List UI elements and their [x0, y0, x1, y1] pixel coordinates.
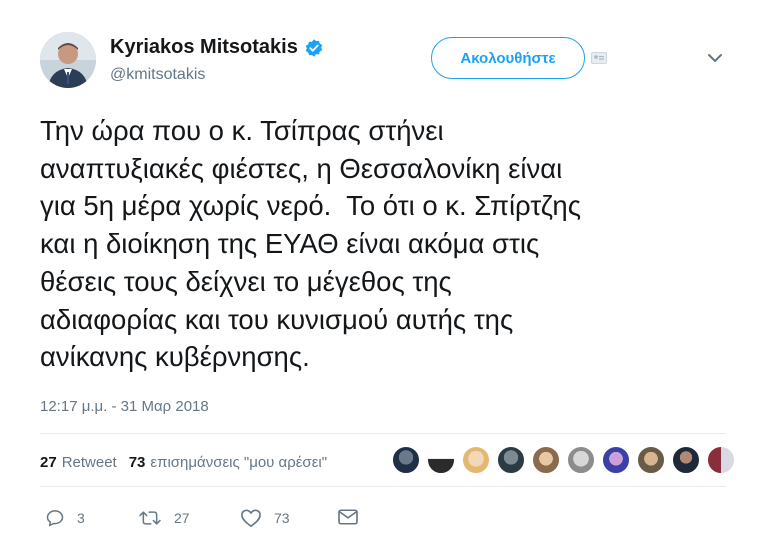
tweet-timestamp[interactable]: 12:17 μ.μ. - 31 Μαρ 2018	[40, 398, 209, 415]
likers-avatars	[392, 446, 742, 474]
divider	[40, 486, 726, 487]
divider	[40, 433, 726, 434]
verified-badge-icon	[305, 38, 323, 57]
retweet-count: 27	[174, 510, 190, 526]
like-stat-label[interactable]: επισημάνσεις "μου αρέσει"	[150, 454, 327, 471]
avatar-image	[40, 32, 96, 88]
author-name-row: Kyriakos Mitsotakis	[110, 36, 324, 59]
liker-avatar[interactable]	[532, 446, 560, 474]
follow-button[interactable]: Ακολουθήστε	[431, 37, 585, 79]
liker-avatar[interactable]	[392, 446, 420, 474]
liker-avatar[interactable]	[637, 446, 665, 474]
liker-avatar[interactable]	[602, 446, 630, 474]
chevron-down-icon[interactable]	[706, 52, 724, 64]
liker-avatar[interactable]	[462, 446, 490, 474]
display-name[interactable]: Kyriakos Mitsotakis	[110, 36, 298, 59]
retweet-stat-label[interactable]: Retweet	[62, 454, 117, 471]
avatar[interactable]	[40, 32, 96, 88]
direct-message-button[interactable]	[337, 508, 359, 526]
liker-avatar[interactable]	[707, 446, 735, 474]
retweet-button[interactable]: 27	[138, 508, 190, 528]
tweet-card: Kyriakos Mitsotakis @kmitsotakis Ακολουθ…	[0, 0, 770, 546]
retweet-icon	[139, 511, 161, 525]
heart-icon	[241, 509, 261, 527]
reply-count: 3	[77, 510, 85, 526]
liker-avatar[interactable]	[497, 446, 525, 474]
like-count-stat[interactable]: 73	[129, 454, 146, 471]
profile-card-icon	[591, 52, 607, 64]
liker-avatar[interactable]	[567, 446, 595, 474]
reply-icon	[46, 510, 64, 527]
liker-avatar[interactable]	[427, 446, 455, 474]
tweet-stats: 27 Retweet 73 επισημάνσεις "μου αρέσει"	[40, 454, 327, 471]
reply-button[interactable]: 3	[45, 508, 85, 528]
tweet-text: Την ώρα που ο κ. Τσίπρας στήνει αναπτυξι…	[40, 115, 581, 373]
liker-avatar[interactable]	[672, 446, 700, 474]
like-count: 73	[274, 510, 290, 526]
like-button[interactable]: 73	[240, 508, 290, 528]
envelope-icon	[338, 509, 358, 525]
author-handle[interactable]: @kmitsotakis	[110, 66, 205, 84]
retweet-count-stat[interactable]: 27	[40, 454, 57, 471]
